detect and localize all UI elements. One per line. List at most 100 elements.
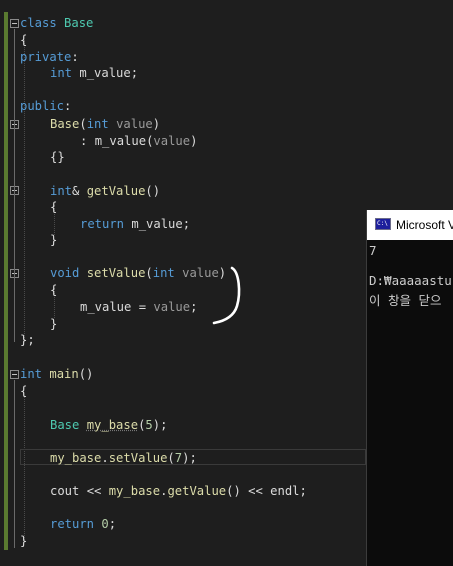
console-title-bar[interactable]: C:\ Microsoft V <box>367 210 453 240</box>
punct: ); <box>152 418 168 432</box>
operator: () << <box>226 484 271 498</box>
brace: {} <box>50 150 65 164</box>
function-name: Base <box>50 117 80 131</box>
code-line: m_value = value; <box>80 299 197 315</box>
function-name: getValue <box>86 184 146 198</box>
code-line: private: <box>20 49 79 65</box>
type: int <box>20 367 43 381</box>
code-line: { <box>50 199 57 215</box>
console-output-value: 7 <box>369 243 377 258</box>
class-name: Base <box>64 16 94 30</box>
code-line: } <box>50 316 57 332</box>
punct: ) <box>152 117 161 131</box>
function-name: setValue <box>86 266 146 280</box>
number: 0 <box>101 517 109 531</box>
punct: ) <box>190 134 198 148</box>
member: m_value <box>131 217 183 231</box>
console-path-text: D:₩aaaaastu <box>369 273 452 288</box>
brace: { <box>50 200 58 214</box>
parameter: value <box>116 117 153 131</box>
code-line: }; <box>20 332 35 348</box>
member: m_value <box>79 66 131 80</box>
punct: ; <box>130 66 139 80</box>
brace: { <box>20 33 28 47</box>
function-name: main <box>49 367 79 381</box>
operator: = <box>131 300 154 314</box>
code-line: return m_value; <box>80 216 190 232</box>
variable: my_base <box>86 418 139 432</box>
parameter: value <box>153 300 191 314</box>
code-line: { <box>50 282 57 298</box>
keyword: private <box>20 50 72 64</box>
punct: . <box>101 451 109 465</box>
punct: ( <box>167 451 175 465</box>
punct: ; <box>190 300 198 314</box>
keyword: return <box>80 217 125 231</box>
number: 5 <box>145 418 153 432</box>
type: Base <box>50 418 80 432</box>
identifier: endl <box>270 484 300 498</box>
code-line: void setValue(int value) <box>50 265 226 281</box>
member: m_value <box>94 134 147 148</box>
code-line: Base(int value) <box>50 116 160 132</box>
console-app-icon: C:\ <box>375 218 391 230</box>
code-line: public: <box>20 98 71 114</box>
code-line: my_base.setValue(7); <box>50 450 197 466</box>
fold-toggle-icon[interactable] <box>10 19 19 28</box>
operator: << <box>79 484 109 498</box>
fold-range-line <box>14 29 15 342</box>
type: int <box>50 66 73 80</box>
function-name: setValue <box>108 451 168 465</box>
code-line: int m_value; <box>50 65 138 81</box>
identifier: cout <box>50 484 80 498</box>
brace: }; <box>20 333 35 347</box>
punct: : <box>80 134 95 148</box>
variable: my_base <box>108 484 161 498</box>
brace: { <box>50 283 58 297</box>
punct: ; <box>182 217 191 231</box>
keyword: public <box>20 99 65 113</box>
punct: () <box>145 184 161 198</box>
brace: { <box>20 384 28 398</box>
code-line: cout << my_base.getValue() << endl; <box>50 483 307 499</box>
number: 7 <box>174 451 183 465</box>
keyword: return <box>50 517 95 531</box>
code-line: { <box>20 32 27 48</box>
code-line: int main() <box>20 366 93 382</box>
brace: } <box>20 534 28 548</box>
type: int <box>86 117 109 131</box>
punct: ; <box>299 484 307 498</box>
punct: ( <box>79 117 87 131</box>
indent-guide <box>24 396 25 540</box>
function-name: getValue <box>167 484 227 498</box>
type: int <box>50 184 73 198</box>
punct: () <box>78 367 94 381</box>
brace: } <box>50 233 58 247</box>
handdrawn-bracket-annotation <box>212 266 241 325</box>
code-line: : m_value(value) <box>80 133 197 149</box>
console-close-hint: 이 창을 닫으 <box>369 293 442 308</box>
punct: : <box>64 99 72 113</box>
punct: : <box>71 50 79 64</box>
punct: ); <box>182 451 197 465</box>
code-line: } <box>20 533 27 549</box>
type: void <box>50 266 80 280</box>
console-window[interactable]: C:\ Microsoft V 7 D:₩aaaaastu 이 창을 닫으 <box>366 210 453 566</box>
punct: ; <box>108 517 117 531</box>
variable: my_base <box>50 451 102 465</box>
code-line: { <box>20 383 27 399</box>
code-line: {} <box>50 149 65 165</box>
code-line: int& getValue() <box>50 183 160 199</box>
punct: & <box>72 184 87 198</box>
fold-range-line <box>14 380 15 548</box>
change-indicator-bar <box>4 12 8 550</box>
member: m_value <box>80 300 132 314</box>
code-line: Base my_base(5); <box>50 417 167 433</box>
keyword: class <box>20 16 57 30</box>
code-line: return 0; <box>50 516 116 532</box>
fold-toggle-icon[interactable] <box>10 370 19 379</box>
punct: ( <box>145 266 153 280</box>
code-line: } <box>50 232 57 248</box>
type: int <box>152 266 175 280</box>
code-line: class Base <box>20 15 93 31</box>
